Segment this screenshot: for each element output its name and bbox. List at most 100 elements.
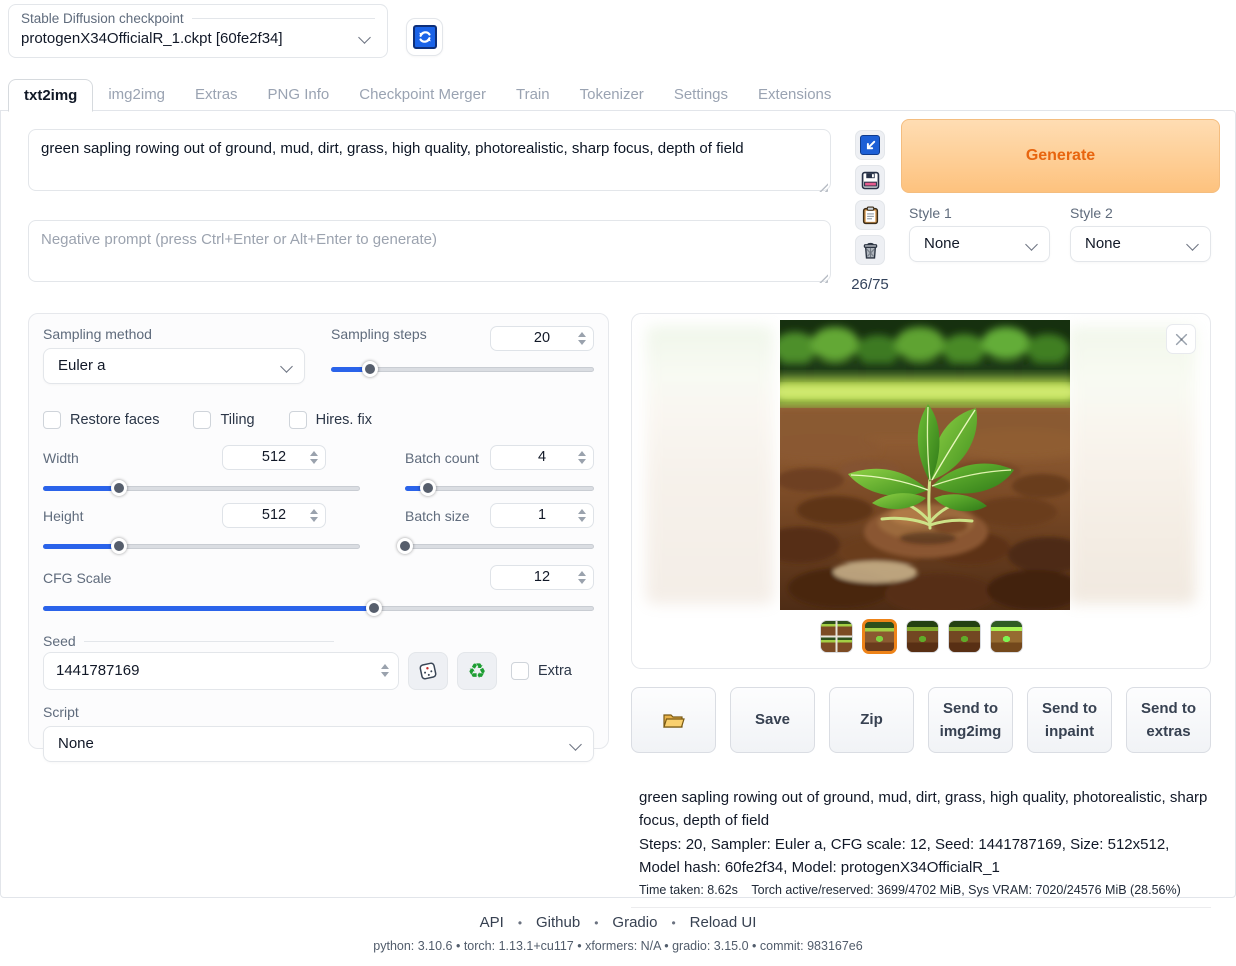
chevron-down-icon <box>569 738 582 751</box>
clipboard-icon <box>861 206 880 225</box>
vram-usage-text: Torch active/reserved: 3699/4702 MiB, Sy… <box>751 883 1180 897</box>
result-gallery <box>631 313 1211 669</box>
prompt-column: green sapling rowing out of ground, mud,… <box>28 129 831 287</box>
width-label: Width <box>43 450 79 466</box>
batch-count-label: Batch count <box>405 450 479 466</box>
cfg-scale-slider[interactable] <box>43 599 594 617</box>
prompt-input[interactable]: green sapling rowing out of ground, mud,… <box>28 129 831 191</box>
tab-extras[interactable]: Extras <box>180 78 253 111</box>
seed-label: Seed <box>43 633 76 649</box>
seed-input[interactable]: 1441787169 <box>43 652 399 690</box>
batch-size-label: Batch size <box>405 508 470 524</box>
checkpoint-select[interactable]: protogenX34OfficialR_1.ckpt [60fe2f34] <box>21 30 375 47</box>
batch-count-slider[interactable] <box>405 479 594 497</box>
tab-extensions[interactable]: Extensions <box>743 78 846 111</box>
send-to-img2img-button[interactable]: Send to img2img <box>928 687 1013 753</box>
reload-ui-link[interactable]: Reload UI <box>690 914 757 931</box>
thumbnail-4[interactable] <box>948 620 981 653</box>
script-dropdown[interactable]: None <box>43 726 594 762</box>
txt2img-page: Stable Diffusion checkpoint protogenX34O… <box>0 0 1236 966</box>
batch-size-input[interactable]: 1 <box>490 503 594 528</box>
checkpoint-area: Stable Diffusion checkpoint protogenX34O… <box>8 4 438 58</box>
sampling-steps-input[interactable]: 20 <box>490 326 594 351</box>
save-button[interactable]: Save <box>730 687 815 753</box>
thumbnail-5[interactable] <box>990 620 1023 653</box>
batch-size-slider[interactable] <box>405 537 594 555</box>
thumbnail-2-selected[interactable] <box>862 619 897 654</box>
batch-count-input[interactable]: 4 <box>490 445 594 470</box>
sampling-method-value: Euler a <box>58 357 106 374</box>
width-slider[interactable] <box>43 479 360 497</box>
txt2img-panel: green sapling rowing out of ground, mud,… <box>0 110 1236 898</box>
random-seed-button[interactable] <box>408 652 448 690</box>
tab-settings[interactable]: Settings <box>659 78 743 111</box>
hires-fix-checkbox[interactable]: Hires. fix <box>289 411 372 429</box>
send-to-inpaint-button[interactable]: Send to inpaint <box>1027 687 1112 753</box>
negative-prompt-input[interactable] <box>28 220 831 282</box>
refresh-checkpoints-button[interactable] <box>406 18 443 56</box>
script-value: None <box>58 735 94 752</box>
generated-image[interactable] <box>780 320 1070 610</box>
tab-tokenizer[interactable]: Tokenizer <box>565 78 659 111</box>
token-counter: 26/75 <box>851 276 889 293</box>
clear-prompt-button[interactable] <box>855 235 885 265</box>
style2-value: None <box>1085 235 1121 252</box>
tab-txt2img[interactable]: txt2img <box>8 79 93 112</box>
prompt-tools: 26/75 <box>850 130 890 293</box>
sampling-method-dropdown[interactable]: Euler a <box>43 348 305 384</box>
trash-icon <box>861 241 880 260</box>
generate-button[interactable]: Generate <box>901 119 1220 193</box>
paste-params-button[interactable] <box>855 130 885 160</box>
width-input[interactable]: 512 <box>222 445 326 470</box>
gradio-link[interactable]: Gradio <box>612 914 657 931</box>
close-gallery-button[interactable] <box>1166 324 1196 354</box>
sampling-method-label: Sampling method <box>43 326 305 342</box>
generation-info: green sapling rowing out of ground, mud,… <box>631 786 1211 908</box>
slider-handle[interactable] <box>362 361 378 377</box>
parameters-panel: Sampling method Euler a Sampling steps 2… <box>28 313 609 749</box>
recycle-icon: ♻ <box>468 661 487 682</box>
slider-handle[interactable] <box>111 480 127 496</box>
restore-faces-checkbox[interactable]: Restore faces <box>43 411 159 429</box>
height-slider[interactable] <box>43 537 360 555</box>
slider-handle[interactable] <box>111 538 127 554</box>
gallery-ghost-previous <box>646 326 774 604</box>
height-input[interactable]: 512 <box>222 503 326 528</box>
tab-png-info[interactable]: PNG Info <box>253 78 345 111</box>
api-link[interactable]: API <box>480 914 504 931</box>
reuse-seed-button[interactable]: ♻ <box>457 652 497 690</box>
send-to-extras-button[interactable]: Send to extras <box>1126 687 1211 753</box>
style1-dropdown[interactable]: None <box>909 226 1050 262</box>
apply-style-button[interactable] <box>855 200 885 230</box>
slider-handle[interactable] <box>420 480 436 496</box>
thumbnail-3[interactable] <box>906 620 939 653</box>
cfg-scale-input[interactable]: 12 <box>490 565 594 590</box>
chevron-down-icon <box>358 31 371 44</box>
extra-seed-checkbox[interactable]: Extra <box>511 662 572 680</box>
open-folder-button[interactable] <box>631 687 716 753</box>
slider-handle[interactable] <box>366 600 382 616</box>
tiling-checkbox[interactable]: Tiling <box>193 411 254 429</box>
github-link[interactable]: Github <box>536 914 580 931</box>
height-label: Height <box>43 508 83 524</box>
close-icon <box>1175 333 1188 346</box>
zip-button[interactable]: Zip <box>829 687 914 753</box>
checkpoint-dropdown[interactable]: Stable Diffusion checkpoint protogenX34O… <box>8 4 388 58</box>
label-rule <box>192 18 375 19</box>
tab-img2img[interactable]: img2img <box>93 78 180 111</box>
save-style-button[interactable] <box>855 165 885 195</box>
dice-icon <box>417 660 439 682</box>
thumbnail-strip <box>632 620 1210 654</box>
slider-handle[interactable] <box>397 538 413 554</box>
gallery-ghost-next <box>1068 326 1196 604</box>
style2-dropdown[interactable]: None <box>1070 226 1211 262</box>
thumbnail-1-grid[interactable] <box>820 620 853 653</box>
sampling-steps-slider[interactable] <box>331 360 594 378</box>
tab-train[interactable]: Train <box>501 78 565 111</box>
version-info: python: 3.10.6 • torch: 1.13.1+cu117 • x… <box>0 939 1236 953</box>
sampling-steps-label: Sampling steps <box>331 326 427 342</box>
tab-checkpoint-merger[interactable]: Checkpoint Merger <box>344 78 501 111</box>
number-spinner[interactable] <box>578 332 586 345</box>
checkpoint-value: protogenX34OfficialR_1.ckpt [60fe2f34] <box>21 30 283 47</box>
script-label: Script <box>43 704 594 720</box>
